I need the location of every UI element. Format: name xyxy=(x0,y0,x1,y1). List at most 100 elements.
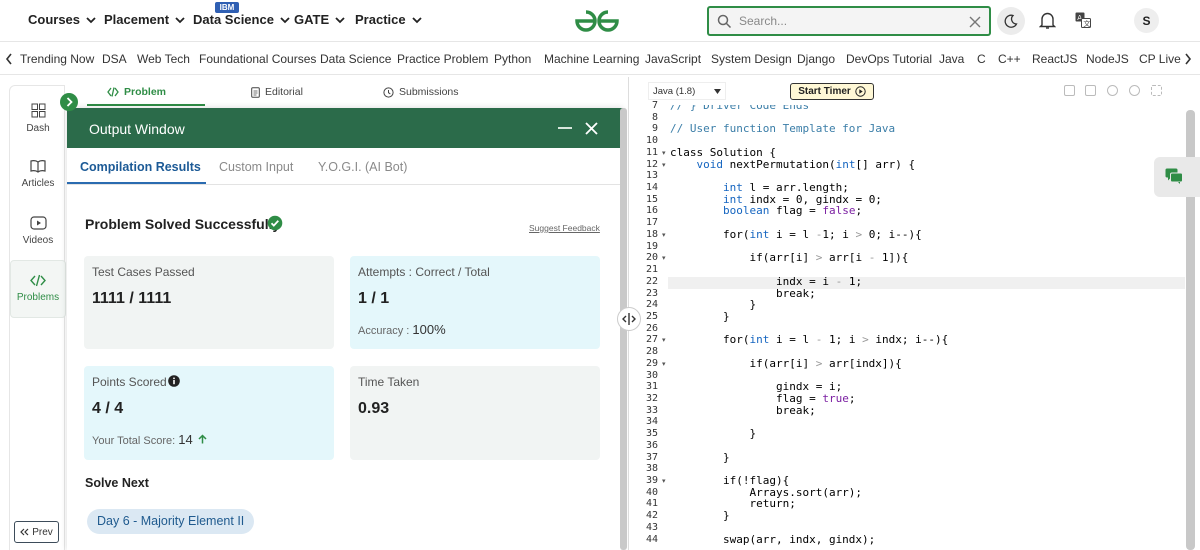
code-line: } xyxy=(670,427,757,441)
settings-icon[interactable] xyxy=(1107,85,1118,96)
refresh-icon[interactable] xyxy=(1129,85,1140,96)
topic-reactjs[interactable]: ReactJS xyxy=(1032,52,1077,66)
topic-c[interactable]: C xyxy=(977,52,986,66)
time-taken-card: Time Taken 0.93 xyxy=(350,366,600,460)
line-number: 41 xyxy=(645,498,658,510)
book-icon xyxy=(30,160,46,173)
suggest-feedback-link[interactable]: Suggest Feedback xyxy=(529,223,600,233)
translate-button[interactable]: A文 xyxy=(1075,12,1091,28)
fold-toggle-icon[interactable]: ▾ xyxy=(662,161,666,169)
fullscreen-icon[interactable] xyxy=(1151,85,1162,96)
fold-toggle-icon[interactable]: ▾ xyxy=(662,336,666,344)
topic-foundational-courses[interactable]: Foundational Courses xyxy=(199,52,316,66)
tab-custom-input[interactable]: Custom Input xyxy=(219,160,293,174)
line-number: 27 xyxy=(645,334,658,346)
dark-mode-toggle[interactable] xyxy=(997,7,1025,35)
chevron-down-icon xyxy=(411,16,422,23)
line-number: 19 xyxy=(645,240,658,252)
line-number: 33 xyxy=(645,404,658,416)
translate-icon: A文 xyxy=(1075,12,1091,28)
expand-panel-button[interactable] xyxy=(60,93,78,111)
tab-yogi-ai-bot[interactable]: Y.O.G.I. (AI Bot) xyxy=(318,160,407,174)
play-circle-icon xyxy=(855,86,866,97)
language-value: Java (1.8) xyxy=(653,85,696,97)
info-icon[interactable] xyxy=(168,375,180,387)
code-icon xyxy=(107,87,119,97)
chevron-down-icon xyxy=(175,16,185,23)
minimize-icon[interactable] xyxy=(558,127,572,129)
fold-toggle-icon[interactable]: ▾ xyxy=(662,254,666,262)
points-label: Points Scored xyxy=(92,375,167,389)
nav-data-science[interactable]: Data Science xyxy=(193,12,290,27)
line-number: 9 xyxy=(651,123,658,135)
topic-cp-live[interactable]: CP Live xyxy=(1139,52,1181,66)
tab-editorial[interactable]: Editorial xyxy=(251,86,303,98)
topic-devops-tutorial[interactable]: DevOps Tutorial xyxy=(846,52,932,66)
topic-java[interactable]: Java xyxy=(939,52,964,66)
language-select[interactable]: Java (1.8) xyxy=(648,82,726,100)
output-window-header: Output Window xyxy=(67,108,623,148)
tab-editorial-label: Editorial xyxy=(265,86,303,98)
sidebar-item-dash[interactable]: Dash xyxy=(10,103,66,134)
fold-toggle-icon[interactable]: ▾ xyxy=(662,360,666,368)
topic-django[interactable]: Django xyxy=(797,52,835,66)
total-score-label: Your Total Score: xyxy=(92,435,176,447)
resize-handle[interactable] xyxy=(617,307,641,331)
tab-active-indicator xyxy=(87,104,205,106)
line-number: 32 xyxy=(645,393,658,404)
code-line: swap(arr, indx, gindx); xyxy=(670,532,876,546)
copy-icon[interactable] xyxy=(1064,85,1075,96)
tab-submissions[interactable]: Submissions xyxy=(383,86,459,98)
fold-toggle-icon[interactable]: ▾ xyxy=(662,149,666,157)
topic-nodejs[interactable]: NodeJS xyxy=(1086,52,1129,66)
tab-problem[interactable]: Problem xyxy=(107,86,166,98)
avatar[interactable]: S xyxy=(1134,8,1159,33)
fold-toggle-icon[interactable]: ▾ xyxy=(662,477,666,485)
line-number: 38 xyxy=(645,463,658,475)
tab-compilation-results[interactable]: Compilation Results xyxy=(80,160,201,174)
sidebar-item-problems[interactable]: Problems xyxy=(10,260,66,318)
gfg-logo[interactable] xyxy=(573,9,621,33)
notifications-button[interactable] xyxy=(1039,11,1056,30)
tab-problem-label: Problem xyxy=(124,86,167,98)
topic-trending-now[interactable]: Trending Now xyxy=(20,52,94,66)
topic-machine-learning[interactable]: Machine Learning xyxy=(544,52,639,66)
clear-icon[interactable] xyxy=(969,16,981,28)
tab-divider xyxy=(67,184,623,185)
line-number: 14 xyxy=(645,182,658,194)
start-timer-button[interactable]: Start Timer xyxy=(790,83,874,100)
topic-data-science[interactable]: Data Science xyxy=(320,52,391,66)
topic-system-design[interactable]: System Design xyxy=(711,52,792,66)
topic-javascript[interactable]: JavaScript xyxy=(645,52,701,66)
search-box[interactable] xyxy=(707,6,991,36)
sidebar-item-articles[interactable]: Articles xyxy=(10,159,66,189)
line-number: 44 xyxy=(645,533,658,545)
search-icon xyxy=(717,14,732,29)
topic-cpp[interactable]: C++ xyxy=(998,52,1021,66)
nav-practice[interactable]: Practice xyxy=(355,12,422,27)
topic-dsa[interactable]: DSA xyxy=(102,52,127,66)
chat-button[interactable] xyxy=(1154,157,1200,197)
prev-button[interactable]: Prev xyxy=(14,521,59,543)
reset-icon[interactable] xyxy=(1085,85,1096,96)
nav-placement-label: Placement xyxy=(104,12,170,27)
line-number: 34 xyxy=(645,416,658,428)
chevron-left-icon[interactable] xyxy=(5,53,13,65)
nav-courses[interactable]: Courses xyxy=(28,12,96,27)
topic-python[interactable]: Python xyxy=(494,52,531,66)
nav-gate[interactable]: GATE xyxy=(294,12,345,27)
fold-toggle-icon[interactable]: ▾ xyxy=(662,231,666,239)
search-input[interactable] xyxy=(739,14,959,28)
next-problem-link[interactable]: Day 6 - Majority Element II xyxy=(87,509,255,534)
sidebar-item-videos[interactable]: Videos xyxy=(10,216,66,246)
topic-practice-problem[interactable]: Practice Problem xyxy=(397,52,488,66)
code-editor[interactable]: // } Driver Code Ends // User function Te… xyxy=(670,105,1185,550)
start-timer-label: Start Timer xyxy=(798,86,851,97)
tab-submissions-label: Submissions xyxy=(399,86,459,98)
test-cases-value: 1111 / 1111 xyxy=(92,290,172,307)
chevron-right-icon xyxy=(66,97,73,107)
close-icon[interactable] xyxy=(585,122,598,135)
nav-placement[interactable]: Placement xyxy=(104,12,185,27)
topic-web-tech[interactable]: Web Tech xyxy=(137,52,190,66)
chevron-right-icon[interactable] xyxy=(1184,53,1192,65)
